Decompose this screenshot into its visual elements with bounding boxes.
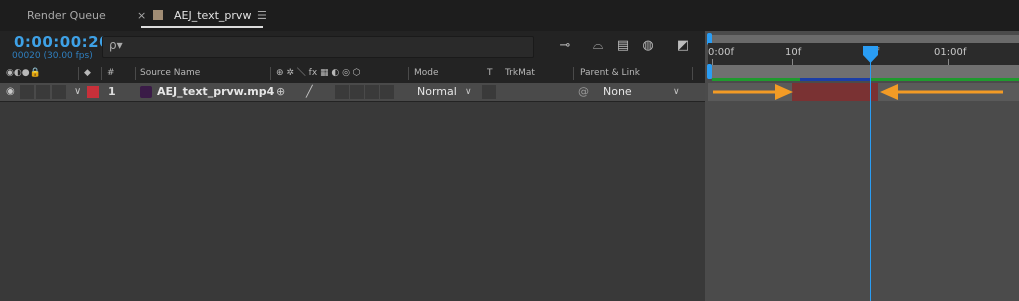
- shy-switch-icon[interactable]: ⊕: [276, 83, 285, 101]
- column-t[interactable]: T: [487, 65, 493, 82]
- switch-box-4[interactable]: [380, 85, 394, 99]
- label-color-swatch[interactable]: [87, 86, 99, 98]
- layer-row[interactable]: ◉ ∨ 1 AEJ_text_prvw.mp4 ⊕ ╱ Normal ∨ @ N…: [0, 83, 705, 101]
- label-column-icon[interactable]: ◆: [84, 65, 91, 82]
- column-mode[interactable]: Mode: [414, 65, 439, 82]
- current-time-indicator-head[interactable]: [863, 46, 878, 64]
- tab-render-queue[interactable]: Render Queue: [27, 0, 106, 31]
- work-area-bar[interactable]: [708, 65, 1019, 79]
- tab-render-queue-label: Render Queue: [27, 9, 106, 22]
- footage-icon: [140, 86, 152, 98]
- layer-index: 1: [108, 85, 116, 98]
- arrow-left-head: [880, 84, 898, 100]
- column-header-row: ◉◐●🔒 ◆ # Source Name ⊕ ✲ ＼ fx ▦ ◐ ◎ ⬡ Mo…: [0, 65, 705, 82]
- ruler-tick-label: 0:00f: [708, 47, 734, 58]
- solo-toggle[interactable]: [36, 85, 50, 99]
- comp-swatch: [153, 10, 163, 20]
- layer-name[interactable]: AEJ_text_prvw.mp4: [157, 83, 274, 101]
- pickwhip-icon[interactable]: @: [578, 83, 589, 101]
- search-input[interactable]: ρ▾: [102, 36, 534, 58]
- twirl-chevron-down-icon[interactable]: ∨: [74, 83, 81, 101]
- column-trkmat[interactable]: TrkMat: [505, 65, 535, 82]
- switch-box-3[interactable]: [365, 85, 379, 99]
- shy-layers-icon[interactable]: ⌓: [587, 36, 609, 56]
- switch-box-2[interactable]: [350, 85, 364, 99]
- av-features-icons: ◉◐●🔒: [6, 68, 41, 78]
- motion-blur-icon[interactable]: ◍: [637, 36, 659, 56]
- current-time-display[interactable]: 0:00:00:20: [14, 33, 110, 51]
- panel-tab-bar: Render Queue × AEJ_text_prvw ☰: [0, 0, 1019, 31]
- work-area-start-handle[interactable]: [707, 64, 712, 79]
- column-switches[interactable]: ⊕ ✲ ＼ fx ▦ ◐ ◎ ⬡: [276, 65, 361, 82]
- preserve-transparency-toggle[interactable]: [482, 85, 496, 99]
- composition-flowchart-icon[interactable]: ⊸: [554, 36, 576, 56]
- tab-active-underline: [141, 26, 263, 28]
- switch-box-1[interactable]: [335, 85, 349, 99]
- mode-dropdown[interactable]: Normal: [417, 83, 457, 101]
- audio-toggle[interactable]: [20, 85, 34, 99]
- arrow-right-head: [775, 84, 793, 100]
- search-icon: ρ▾: [109, 38, 123, 52]
- column-source-name[interactable]: Source Name: [140, 65, 200, 82]
- graph-editor-icon[interactable]: ◩: [672, 36, 694, 56]
- ruler-tick-label: 01:00f: [934, 47, 967, 58]
- lock-toggle[interactable]: [52, 85, 66, 99]
- tab-comp[interactable]: × AEJ_text_prvw ☰: [137, 0, 267, 31]
- current-time-indicator-line[interactable]: [870, 53, 871, 301]
- video-toggle-eye-icon[interactable]: ◉: [6, 83, 15, 101]
- parent-dropdown[interactable]: None: [603, 83, 632, 101]
- mode-chevron-down-icon[interactable]: ∨: [465, 83, 472, 101]
- quality-switch-icon[interactable]: ╱: [306, 83, 313, 101]
- ruler-tick-label: 10f: [785, 47, 802, 58]
- annotation-arrows: [713, 84, 1003, 100]
- layer-panel-empty-area[interactable]: [0, 102, 705, 301]
- frame-count-display: 00020 (30.00 fps): [12, 51, 93, 61]
- parent-chevron-down-icon[interactable]: ∨: [673, 83, 680, 101]
- column-parent-link[interactable]: Parent & Link: [580, 65, 640, 82]
- frame-blending-icon[interactable]: ▤: [612, 36, 634, 56]
- time-navigator-bar[interactable]: [708, 35, 1019, 43]
- column-number[interactable]: #: [107, 65, 115, 82]
